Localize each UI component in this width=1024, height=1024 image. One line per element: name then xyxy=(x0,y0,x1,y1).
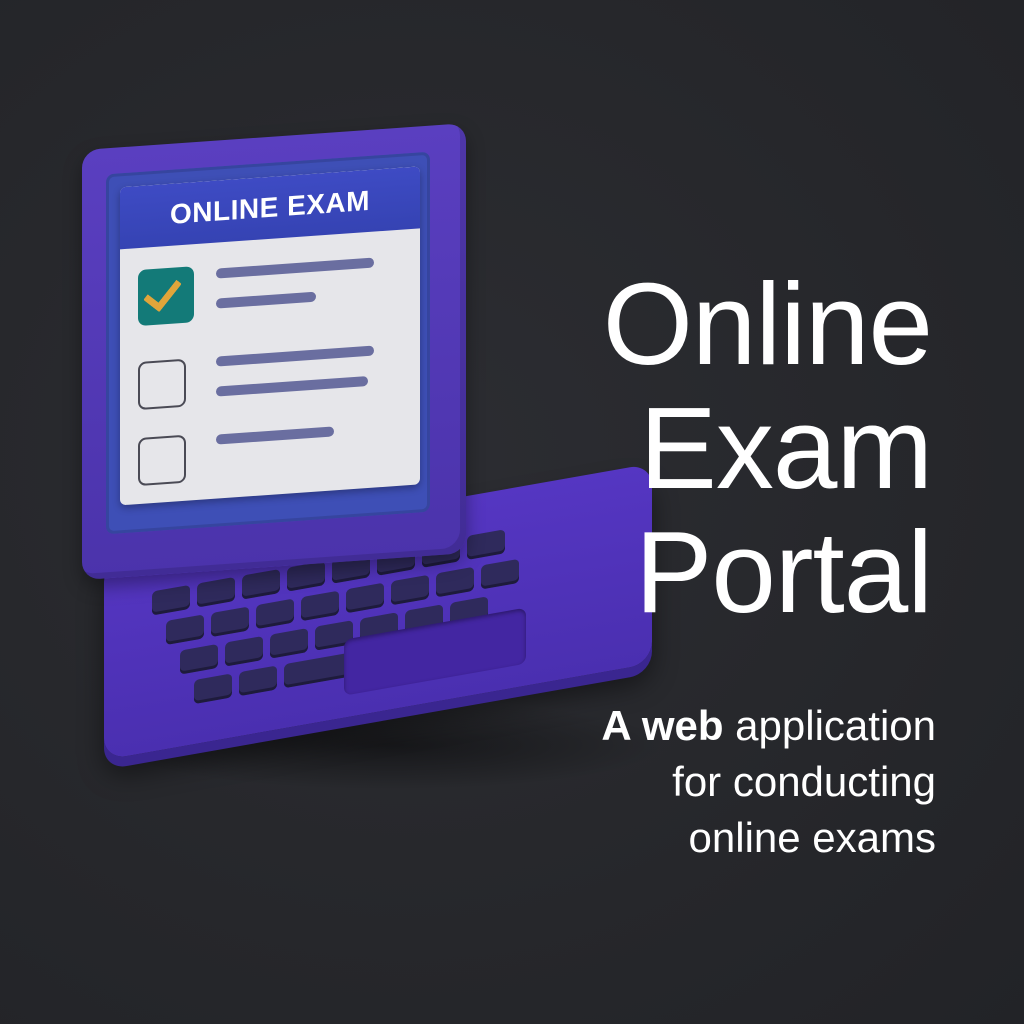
key xyxy=(242,568,280,600)
checked-checkbox xyxy=(138,266,194,327)
empty-checkbox xyxy=(138,434,186,487)
key xyxy=(256,598,294,630)
checkmark-icon xyxy=(143,271,182,313)
empty-checkbox xyxy=(138,358,186,411)
key xyxy=(270,628,308,659)
text-line xyxy=(216,291,316,309)
laptop-screen: ONLINE EXAM xyxy=(106,151,430,535)
question-row xyxy=(138,254,374,335)
question-lines xyxy=(216,345,374,417)
subtitle-line: for conducting xyxy=(672,758,936,805)
key xyxy=(301,590,339,622)
key xyxy=(180,643,218,675)
text-line xyxy=(216,426,334,445)
key xyxy=(211,606,249,638)
key xyxy=(166,614,204,646)
subtitle-rest: application xyxy=(723,702,936,749)
subtitle-line: A web application xyxy=(476,698,936,754)
title-line: Online xyxy=(602,259,933,389)
exam-card: ONLINE EXAM xyxy=(120,166,420,506)
question-lines xyxy=(216,424,334,464)
key xyxy=(287,561,325,592)
poster-subtitle: A web application for conducting online … xyxy=(476,698,936,866)
text-line xyxy=(216,257,374,279)
poster-title: Online Exam Portal xyxy=(492,259,933,637)
key xyxy=(194,673,232,705)
question-row xyxy=(138,424,334,487)
subtitle-emphasis: A web xyxy=(601,702,724,749)
text-line xyxy=(216,376,368,397)
text-line xyxy=(216,345,374,367)
key xyxy=(197,576,235,608)
laptop-lid: ONLINE EXAM xyxy=(82,123,466,580)
key xyxy=(346,582,384,614)
key xyxy=(436,566,474,598)
exam-card-header: ONLINE EXAM xyxy=(120,166,420,250)
key xyxy=(225,635,263,667)
question-lines xyxy=(216,254,374,329)
subtitle-line: online exams xyxy=(688,814,936,861)
key xyxy=(152,584,190,616)
key xyxy=(239,665,277,697)
title-line: Portal xyxy=(634,507,933,637)
key xyxy=(391,574,429,606)
question-row xyxy=(138,345,374,423)
title-line: Exam xyxy=(639,383,933,513)
poster: ONLINE EXAM Online Exam Portal A web app… xyxy=(0,0,1024,1024)
